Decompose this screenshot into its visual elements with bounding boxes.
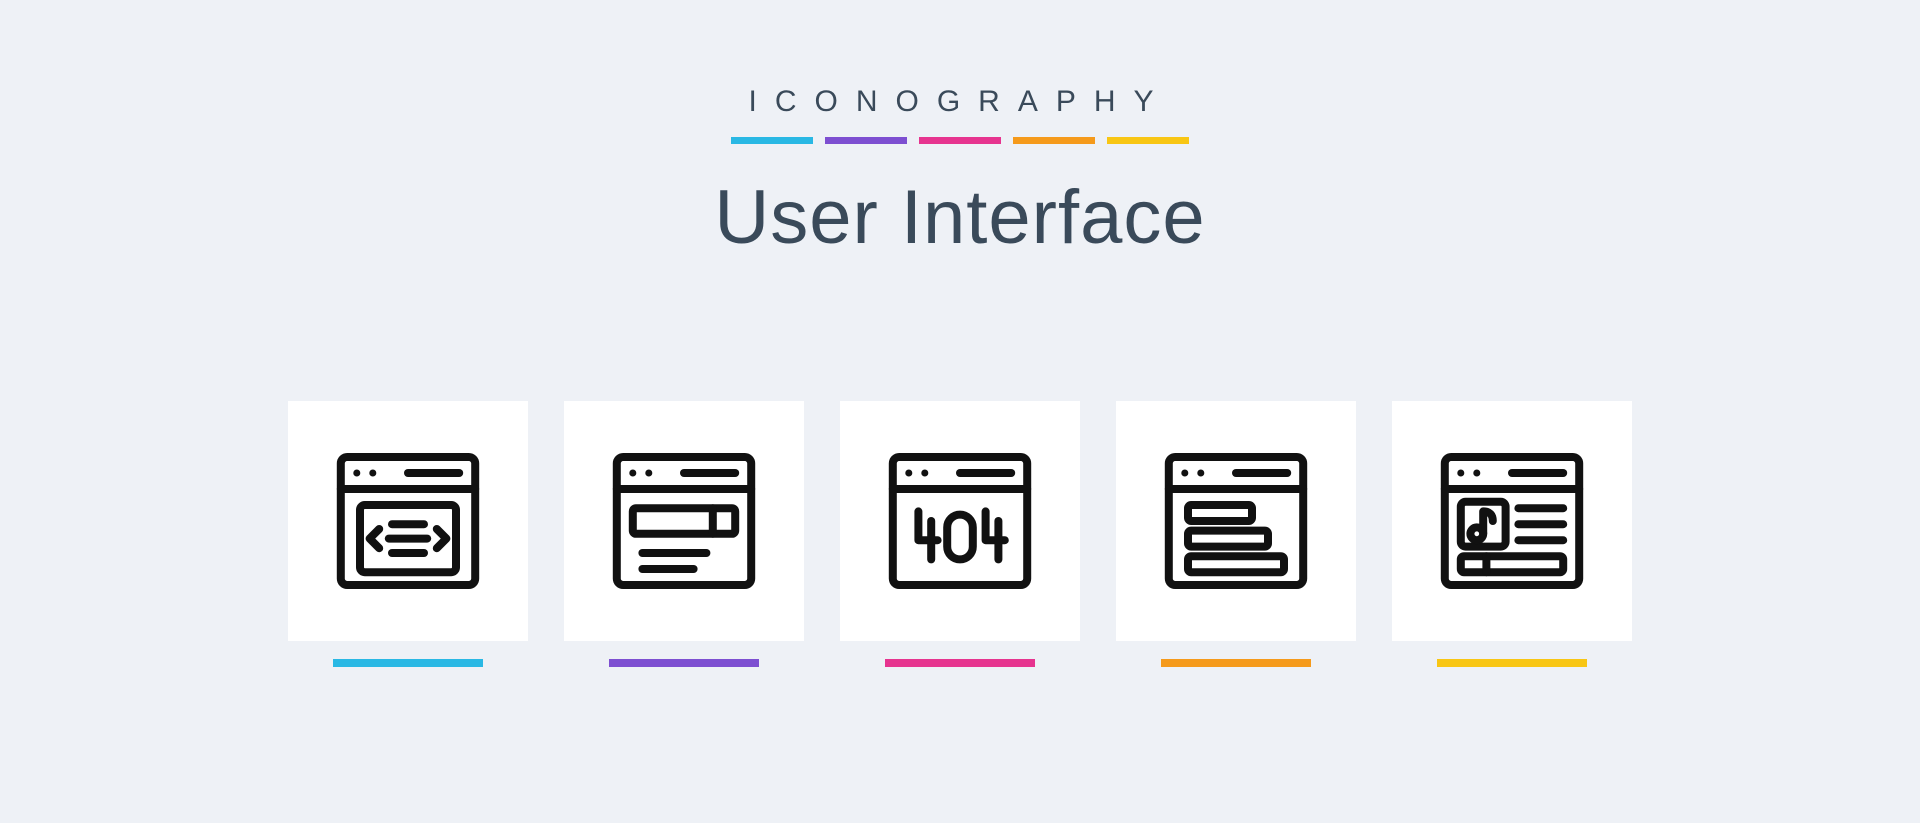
icon-card	[288, 401, 528, 667]
accent-bar-yellow	[1107, 137, 1189, 144]
icon-card	[1116, 401, 1356, 667]
page-title: User Interface	[714, 174, 1205, 261]
icon-accent-bar	[1437, 659, 1587, 667]
header: ICONOGRAPHY User Interface	[714, 85, 1205, 261]
list-window-icon	[1116, 401, 1356, 641]
brand-underline	[714, 137, 1205, 144]
icon-card	[1392, 401, 1632, 667]
icon-accent-bar	[885, 659, 1035, 667]
error-404-window-icon	[840, 401, 1080, 641]
accent-bar-pink	[919, 137, 1001, 144]
icon-accent-bar	[333, 659, 483, 667]
accent-bar-orange	[1013, 137, 1095, 144]
accent-bar-purple	[825, 137, 907, 144]
icon-accent-bar	[1161, 659, 1311, 667]
brand-label: ICONOGRAPHY	[714, 85, 1205, 119]
code-window-icon	[288, 401, 528, 641]
icon-accent-bar	[609, 659, 759, 667]
music-window-icon	[1392, 401, 1632, 641]
icon-row	[0, 401, 1920, 667]
icon-card	[840, 401, 1080, 667]
search-window-icon	[564, 401, 804, 641]
accent-bar-blue	[731, 137, 813, 144]
icon-card	[564, 401, 804, 667]
